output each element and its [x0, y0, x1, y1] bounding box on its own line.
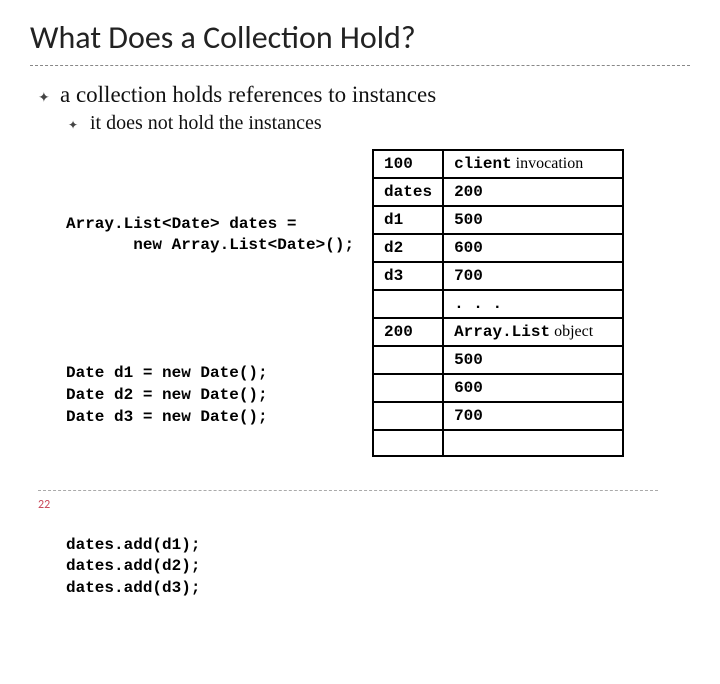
code-block-1: Array.List<Date> dates = new Array.List<…	[66, 192, 354, 278]
table-row: dates200	[373, 178, 623, 206]
mem-value: client invocation	[443, 150, 623, 178]
code-line: Date d1 = new Date();	[66, 364, 268, 382]
mem-key	[373, 346, 443, 374]
code-line: Date d2 = new Date();	[66, 386, 268, 404]
mem-key	[373, 402, 443, 430]
code-line: dates.add(d2);	[66, 557, 200, 575]
mem-value: 500	[443, 206, 623, 234]
title-divider	[30, 65, 690, 66]
mem-key: d2	[373, 234, 443, 262]
memory-table: 100client invocationdates200d1500d2600d3…	[372, 149, 624, 457]
mem-key	[373, 374, 443, 402]
mem-note: invocation	[512, 155, 584, 172]
content-row: Array.List<Date> dates = new Array.List<…	[66, 149, 690, 684]
table-row: . . .	[373, 290, 623, 318]
slide-title: What Does a Collection Hold?	[30, 18, 690, 57]
mem-value: . . .	[443, 290, 623, 318]
bullet-marker-icon: ✦	[68, 118, 90, 132]
table-row: 600	[373, 374, 623, 402]
mem-key: 100	[373, 150, 443, 178]
code-line: new Array.List<Date>();	[66, 236, 354, 254]
mem-value: 500	[443, 346, 623, 374]
mem-key: d3	[373, 262, 443, 290]
bullet-sub-text: it does not hold the instances	[90, 112, 322, 135]
code-line: Array.List<Date> dates =	[66, 215, 296, 233]
mem-key: d1	[373, 206, 443, 234]
table-row: d2600	[373, 234, 623, 262]
table-row: 100client invocation	[373, 150, 623, 178]
mem-note: object	[550, 323, 593, 340]
table-row: 700	[373, 402, 623, 430]
bullet-marker-icon: ✦	[38, 89, 60, 106]
page-number: 22	[38, 498, 50, 512]
table-row: 500	[373, 346, 623, 374]
code-block-2: Date d1 = new Date(); Date d2 = new Date…	[66, 342, 354, 450]
mem-value: 200	[443, 178, 623, 206]
code-block-3: dates.add(d1); dates.add(d2); dates.add(…	[66, 513, 354, 621]
mem-value	[443, 430, 623, 456]
table-row: d1500	[373, 206, 623, 234]
code-line: dates.add(d1);	[66, 536, 200, 554]
code-column: Array.List<Date> dates = new Array.List<…	[66, 149, 354, 684]
mem-key	[373, 430, 443, 456]
mem-value: Array.List object	[443, 318, 623, 346]
mem-value: 700	[443, 262, 623, 290]
bullet-main: ✦ a collection holds references to insta…	[38, 82, 690, 108]
mem-value: 700	[443, 402, 623, 430]
table-row: d3700	[373, 262, 623, 290]
table-row	[373, 430, 623, 456]
code-line: Date d3 = new Date();	[66, 408, 268, 426]
mem-key	[373, 290, 443, 318]
bullet-main-text: a collection holds references to instanc…	[60, 82, 436, 108]
code-line: dates.add(d3);	[66, 579, 200, 597]
mem-value: 600	[443, 234, 623, 262]
mem-key: dates	[373, 178, 443, 206]
bullet-list: ✦ a collection holds references to insta…	[38, 82, 690, 135]
mem-key: 200	[373, 318, 443, 346]
bullet-sub: ✦ it does not hold the instances	[68, 112, 690, 135]
table-row: 200Array.List object	[373, 318, 623, 346]
mem-value: 600	[443, 374, 623, 402]
